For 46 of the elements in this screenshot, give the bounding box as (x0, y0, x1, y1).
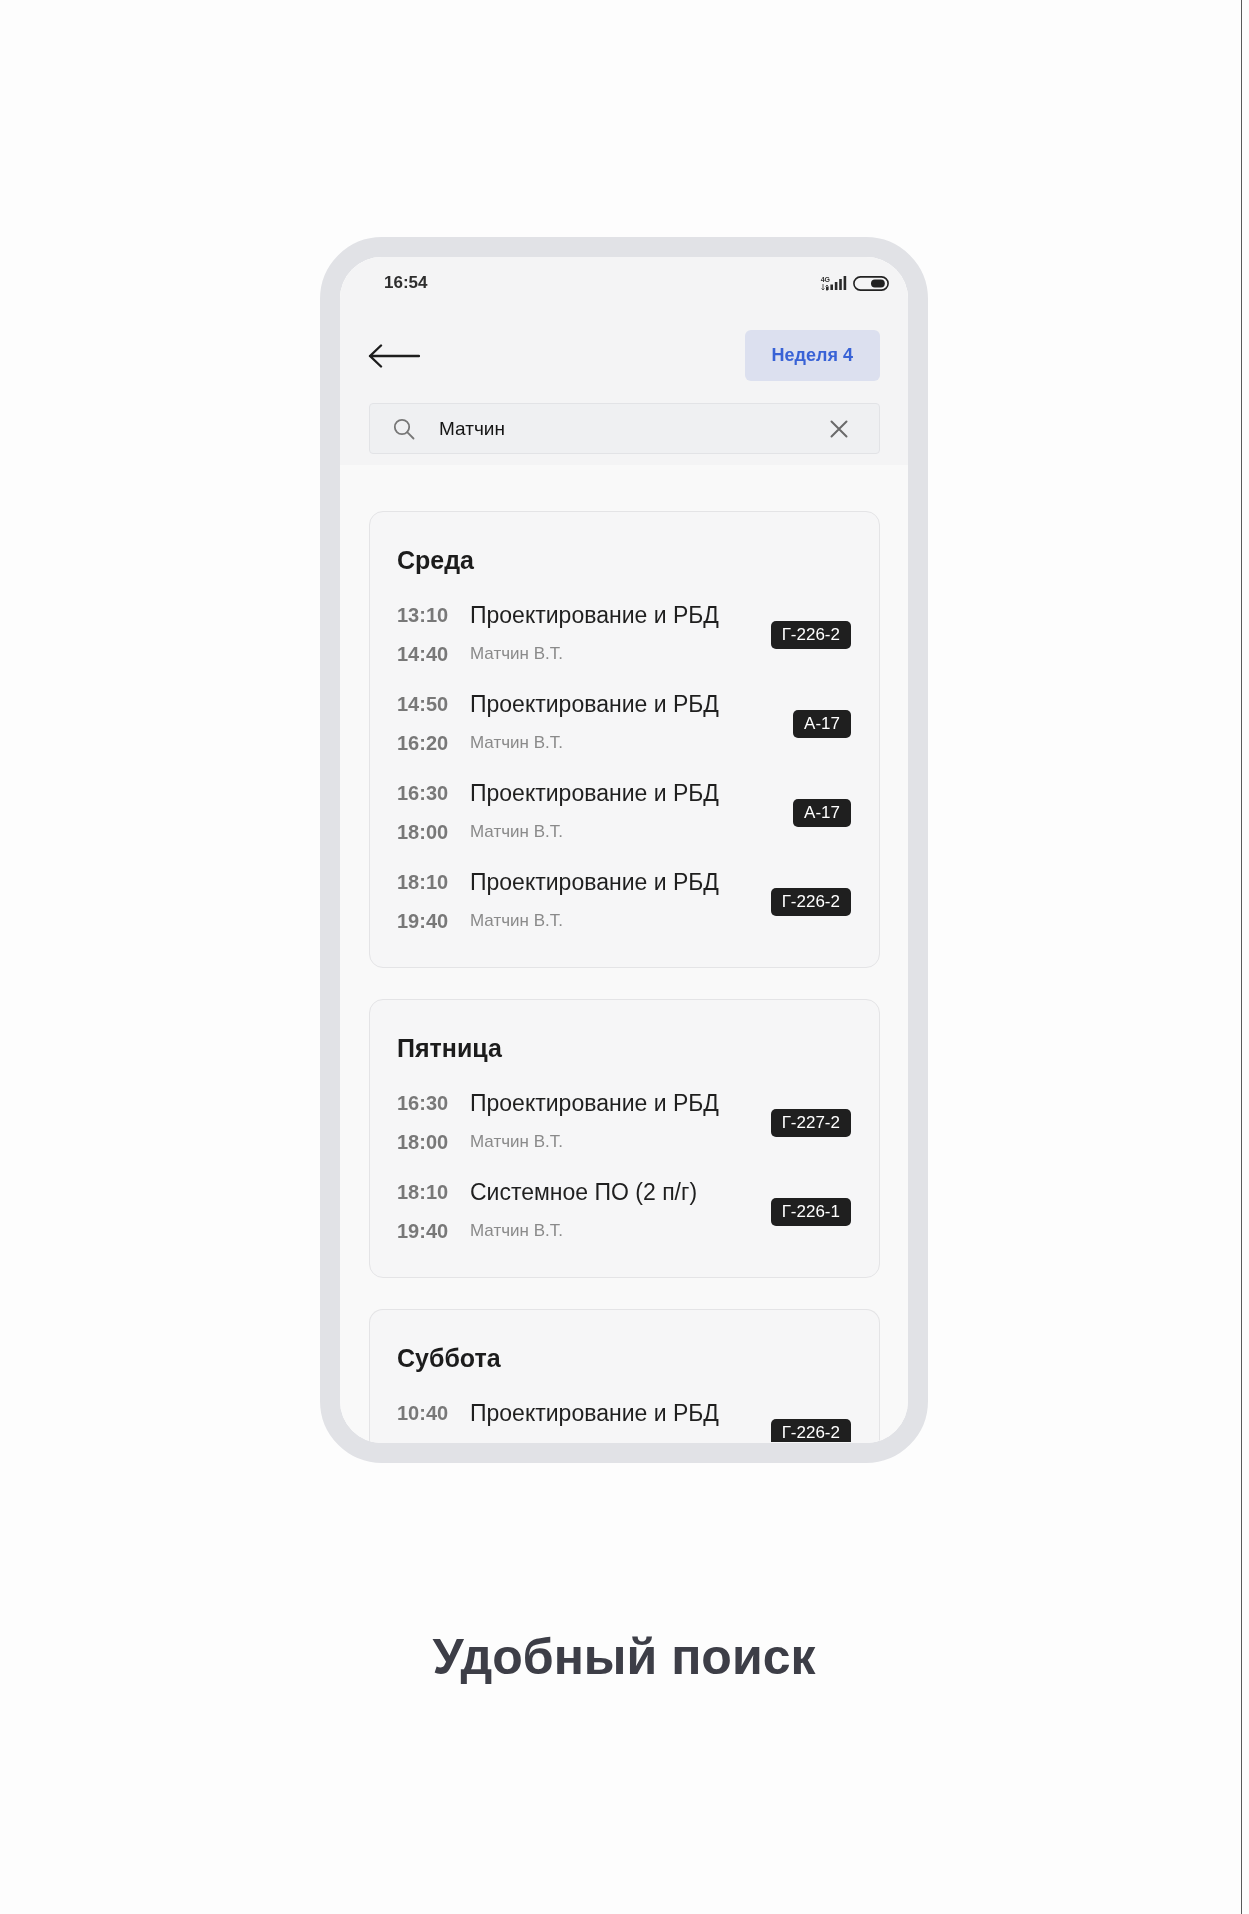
teacher-name: Матчин В.Т. (470, 643, 563, 665)
week-button[interactable]: Неделя 4 (744, 330, 880, 381)
end-time: 19:40 (397, 1219, 449, 1244)
room-badge: Г-226-2 (770, 887, 851, 916)
day-title: Среда (397, 545, 474, 575)
day-title: Пятница (397, 1033, 502, 1063)
end-time: 18:00 (397, 820, 449, 845)
end-time: 19:40 (397, 909, 449, 934)
end-time: 18:00 (397, 1130, 449, 1155)
search-field[interactable]: Матчин (369, 403, 880, 454)
room-badge: Г-226-2 (770, 620, 851, 649)
start-time: 10:40 (397, 1401, 449, 1426)
subject-title: Проектирование и РБД (470, 868, 719, 896)
start-time: 16:30 (397, 781, 449, 806)
start-time: 18:10 (397, 1180, 449, 1205)
battery-icon (853, 275, 889, 291)
subject-title: Проектирование и РБД (470, 601, 719, 629)
teacher-name: Матчин В.Т. (470, 732, 563, 754)
back-arrow-icon[interactable] (368, 343, 420, 368)
start-time: 16:30 (397, 1091, 449, 1116)
search-icon (393, 417, 415, 440)
end-time: 14:40 (397, 642, 449, 667)
room-badge: А-17 (793, 709, 851, 738)
start-time: 14:50 (397, 692, 449, 717)
search-input[interactable]: Матчин (439, 413, 806, 444)
end-time: 16:20 (397, 731, 449, 756)
clear-icon[interactable] (830, 419, 848, 438)
room-badge: Г-227-2 (770, 1108, 851, 1137)
start-time: 18:10 (397, 870, 449, 895)
subject-title: Системное ПО (2 п/г) (470, 1178, 698, 1206)
status-time: 16:54 (384, 273, 428, 293)
subject-title: Проектирование и РБД (470, 1089, 719, 1117)
subject-title: Проектирование и РБД (470, 690, 719, 718)
data-arrows-icon (821, 283, 830, 291)
room-badge: Г-226-2 (770, 1418, 851, 1442)
teacher-name: Матчин В.Т. (470, 821, 563, 843)
subject-title: Проектирование и РБД (470, 1399, 719, 1427)
room-badge: А-17 (793, 798, 851, 827)
start-time: 13:10 (397, 603, 449, 628)
teacher-name: Матчин В.Т. (470, 1131, 563, 1153)
subject-title: Проектирование и РБД (470, 779, 719, 807)
day-title: Суббота (397, 1343, 501, 1373)
teacher-name: Матчин В.Т. (470, 1220, 563, 1242)
teacher-name: Матчин В.Т. (470, 910, 563, 932)
promo-caption: Удобный поиск (432, 1628, 816, 1687)
room-badge: Г-226-1 (770, 1197, 851, 1226)
